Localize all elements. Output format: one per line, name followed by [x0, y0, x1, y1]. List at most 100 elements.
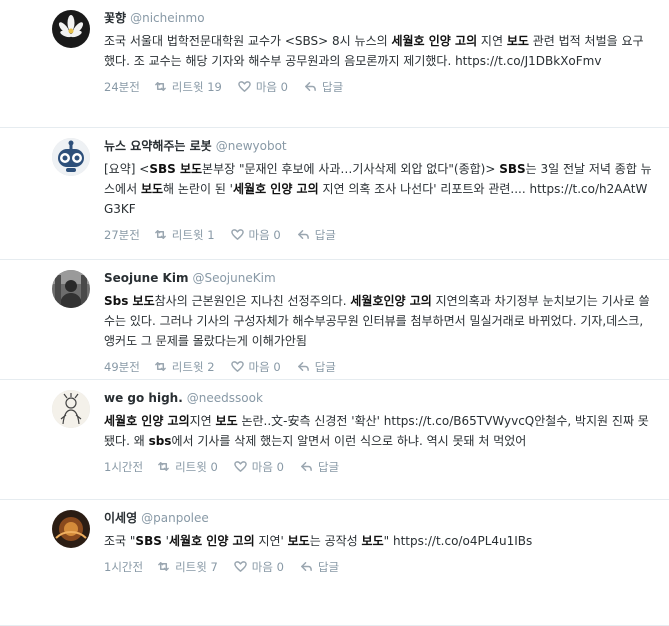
timestamp[interactable]: 24분전	[104, 78, 140, 96]
retweet-button[interactable]: 리트윗 19	[154, 77, 222, 96]
text-segment: 지연	[477, 34, 507, 48]
tweet-text: Sbs 보도참사의 근본원인은 지나친 선정주의다. 세월호인양 고의 지연의혹…	[104, 291, 652, 351]
reply-label: 답글	[317, 559, 340, 574]
retweet-label: 리트윗	[175, 559, 207, 574]
tweet-item: Seojune Kim @SeojuneKim Sbs 보도참사의 근본원인은 지나…	[0, 260, 669, 380]
like-button[interactable]: 마음 0	[233, 457, 284, 476]
retweet-label: 리트윗	[171, 79, 204, 94]
text-segment: 조국 서울대 법학전문대학원 교수가 <SBS> 8시 뉴스의	[104, 34, 392, 48]
like-label: 마음	[251, 459, 273, 474]
retweet-button[interactable]: 리트윗 1	[154, 225, 215, 244]
reply-button[interactable]: 답글	[304, 77, 343, 96]
like-icon	[233, 460, 247, 473]
retweet-icon	[154, 228, 167, 241]
reply-label: 답글	[317, 459, 340, 474]
highlighted-keyword: 세월호 인양 고의	[391, 34, 478, 48]
text-segment: 에서 기사를 삭제 했는지 알면서 이런 식으로 하냐. 역시 못돼 처 먹었어	[171, 434, 527, 448]
like-count: 0	[273, 359, 281, 374]
reply-label: 답글	[322, 79, 344, 94]
reply-button[interactable]: 답글	[300, 457, 339, 476]
timestamp[interactable]: 1시간전	[104, 558, 143, 576]
tweet-header: Seojune Kim @SeojuneKim	[104, 269, 652, 287]
retweet-button[interactable]: 리트윗 0	[157, 457, 218, 476]
like-icon	[230, 228, 244, 241]
tweet-content: 이세영 @panpolee 조국 "SBS '세월호 인양 고의 지연' 보도는 공…	[104, 509, 652, 575]
highlighted-keyword: sbs	[148, 434, 172, 448]
like-button[interactable]: 마음 0	[230, 225, 281, 244]
reply-button[interactable]: 답글	[297, 357, 336, 376]
tweet-header: 꽃향 @nicheinmo	[104, 9, 652, 27]
text-segment: 조국 "	[104, 534, 136, 548]
text-segment: '	[161, 534, 169, 548]
reply-label: 답글	[314, 227, 336, 242]
retweet-icon	[157, 560, 170, 573]
retweet-count: 7	[210, 559, 218, 574]
text-segment: 는 공작성	[309, 534, 362, 548]
user-name[interactable]: 이세영	[104, 511, 137, 525]
like-button[interactable]: 마음 0	[233, 557, 284, 576]
tweet-content: Seojune Kim @SeojuneKim Sbs 보도참사의 근본원인은 지나…	[104, 269, 652, 375]
reply-button[interactable]: 답글	[297, 225, 336, 244]
timestamp[interactable]: 1시간전	[104, 458, 143, 476]
avatar[interactable]	[52, 138, 90, 176]
timestamp[interactable]: 49분전	[104, 358, 140, 376]
like-count: 0	[280, 79, 288, 94]
highlighted-keyword: 보도	[287, 534, 310, 548]
retweet-icon	[154, 360, 167, 373]
tweet-item: 뉴스 요약해주는 로봇 @newyobot [요약] <SBS 보도본부장 "문재인…	[0, 128, 669, 260]
like-icon	[238, 80, 251, 93]
like-icon	[230, 360, 244, 373]
user-handle[interactable]: @SeojuneKim	[192, 271, 275, 285]
highlighted-keyword: Sbs 보도	[104, 294, 155, 308]
like-label: 마음	[248, 227, 270, 242]
avatar[interactable]	[52, 390, 90, 428]
retweet-button[interactable]: 리트윗 7	[157, 557, 218, 576]
timestamp[interactable]: 27분전	[104, 226, 140, 244]
like-count: 0	[276, 559, 284, 574]
user-name[interactable]: we go high.	[104, 391, 183, 405]
like-label: 마음	[251, 559, 273, 574]
reply-button[interactable]: 답글	[300, 557, 339, 576]
reply-icon	[297, 360, 310, 373]
like-label: 마음	[248, 359, 270, 374]
retweet-label: 리트윗	[175, 459, 207, 474]
text-segment: 본부장 "문재인 후보에 사과…기사삭제 외압 없다"(종합)>	[202, 162, 500, 176]
reply-icon	[300, 560, 313, 573]
user-name[interactable]: 뉴스 요약해주는 로봇	[104, 139, 212, 153]
like-count: 0	[276, 459, 284, 474]
user-name[interactable]: Seojune Kim	[104, 271, 188, 285]
tweet-content: we go high. @needssook 세월호 인양 고의지연 보도 논란..…	[104, 389, 652, 475]
avatar[interactable]	[52, 10, 90, 48]
avatar[interactable]	[52, 510, 90, 548]
text-segment: 지연	[189, 414, 216, 428]
user-name[interactable]: 꽃향	[104, 11, 126, 25]
user-handle[interactable]: @needssook	[187, 391, 263, 405]
retweet-label: 리트윗	[171, 227, 204, 242]
tweet-text: 조국 서울대 법학전문대학원 교수가 <SBS> 8시 뉴스의 세월호 인양 고…	[104, 31, 652, 71]
tweet-actions: 49분전 리트윗 2 마음 0 답글	[104, 357, 652, 375]
reply-label: 답글	[314, 359, 336, 374]
text-segment: " https://t.co/o4PL4u1IBs	[383, 534, 533, 548]
highlighted-keyword: SBS 보도	[149, 162, 203, 176]
tweet-actions: 24분전 리트윗 19 마음 0 답글	[104, 77, 652, 95]
retweet-count: 1	[207, 227, 215, 242]
tweet-content: 꽃향 @nicheinmo 조국 서울대 법학전문대학원 교수가 <SBS> 8시 …	[104, 9, 652, 95]
tweet-item: 꽃향 @nicheinmo 조국 서울대 법학전문대학원 교수가 <SBS> 8시 …	[0, 0, 669, 128]
user-handle[interactable]: @panpolee	[141, 511, 209, 525]
like-button[interactable]: 마음 0	[230, 357, 281, 376]
retweet-icon	[154, 80, 167, 93]
user-handle[interactable]: @newyobot	[216, 139, 287, 153]
tweet-feed: 꽃향 @nicheinmo 조국 서울대 법학전문대학원 교수가 <SBS> 8시 …	[0, 0, 669, 626]
tweet-header: 뉴스 요약해주는 로봇 @newyobot	[104, 137, 652, 155]
retweet-count: 2	[207, 359, 215, 374]
tweet-text: 세월호 인양 고의지연 보도 논란..文-安측 신경전 '확산' https:/…	[104, 411, 652, 451]
retweet-count: 19	[207, 79, 222, 94]
retweet-button[interactable]: 리트윗 2	[154, 357, 215, 376]
user-handle[interactable]: @nicheinmo	[130, 11, 205, 25]
highlighted-keyword: 세월호 인양 고의	[232, 182, 319, 196]
avatar[interactable]	[52, 270, 90, 308]
like-button[interactable]: 마음 0	[238, 77, 288, 96]
tweet-header: we go high. @needssook	[104, 389, 652, 407]
tweet-text: [요약] <SBS 보도본부장 "문재인 후보에 사과…기사삭제 외압 없다"(…	[104, 159, 652, 219]
tweet-item: 이세영 @panpolee 조국 "SBS '세월호 인양 고의 지연' 보도는 공…	[0, 500, 669, 626]
